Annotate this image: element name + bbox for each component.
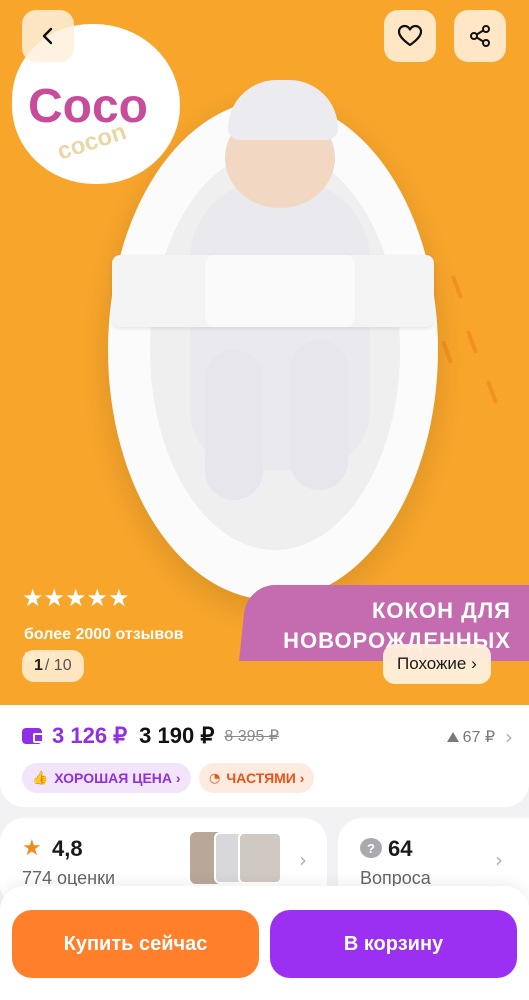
back-button[interactable] <box>22 10 74 62</box>
review-photo-thumb <box>238 832 282 884</box>
decor-dash <box>441 340 453 364</box>
good-price-badge[interactable]: 👍 ХОРОШАЯ ЦЕНА › <box>22 763 191 793</box>
star-icon: ★ <box>22 836 42 861</box>
price-change[interactable]: 67 ₽ <box>446 727 495 747</box>
product-wrap-band <box>205 255 355 327</box>
share-button[interactable] <box>454 10 506 62</box>
price-change-value: 67 ₽ <box>462 729 495 746</box>
similar-button[interactable]: Похожие › <box>383 644 491 684</box>
price-row: 3 126 ₽ 3 190 ₽ 8 395 ₽ <box>22 723 279 749</box>
installments-badge[interactable]: ◔ ЧАСТЯМИ › <box>199 763 315 793</box>
image-counter: 1 / 10 <box>22 650 84 682</box>
current-price: 3 190 ₽ <box>139 723 215 748</box>
old-price: 8 395 ₽ <box>224 728 280 745</box>
decor-dash <box>466 330 478 354</box>
product-gallery[interactable]: Coco cocon ★★★★★ более 2000 отзывов мам … <box>0 0 529 705</box>
promo-star-icons: ★★★★★ <box>22 584 130 612</box>
bottom-action-bar: Купить сейчас В корзину <box>0 886 529 1000</box>
heart-icon <box>397 24 423 47</box>
question-bubble-icon: ? <box>360 838 382 858</box>
questions-count: 64 <box>388 836 413 861</box>
image-counter-current: 1 <box>34 657 43 674</box>
chevron-right-icon[interactable]: › <box>505 725 513 749</box>
image-counter-total: / 10 <box>44 657 72 674</box>
chevron-left-icon <box>42 27 53 45</box>
buy-now-button[interactable]: Купить сейчас <box>12 910 259 978</box>
chevron-right-icon: › <box>495 848 503 872</box>
decor-dash <box>486 380 498 404</box>
thumbs-up-icon: 👍 <box>32 770 49 786</box>
pie-chart-icon: ◔ <box>209 770 221 786</box>
wallet-icon <box>22 728 44 744</box>
product-baby-hat <box>228 80 338 140</box>
price-card: 3 126 ₽ 3 190 ₽ 8 395 ₽ 67 ₽ › 👍 ХОРОШАЯ… <box>0 705 529 807</box>
promo-stars: ★★★★★ <box>22 586 130 610</box>
favorite-button[interactable] <box>384 10 436 62</box>
wallet-price[interactable]: 3 126 ₽ <box>52 723 127 749</box>
add-to-cart-button[interactable]: В корзину <box>270 910 517 978</box>
decor-dash <box>451 275 463 299</box>
rating-value: 4,8 <box>52 836 83 861</box>
product-baby-leg <box>205 350 263 500</box>
svg-text:Coco: Coco <box>28 80 148 133</box>
chevron-right-icon: › <box>299 848 307 872</box>
good-price-label: ХОРОШАЯ ЦЕНА › <box>54 770 181 786</box>
installments-label: ЧАСТЯМИ › <box>226 770 305 786</box>
share-icon <box>470 25 490 47</box>
arrow-up-icon <box>446 732 459 742</box>
product-baby-leg <box>290 340 348 490</box>
